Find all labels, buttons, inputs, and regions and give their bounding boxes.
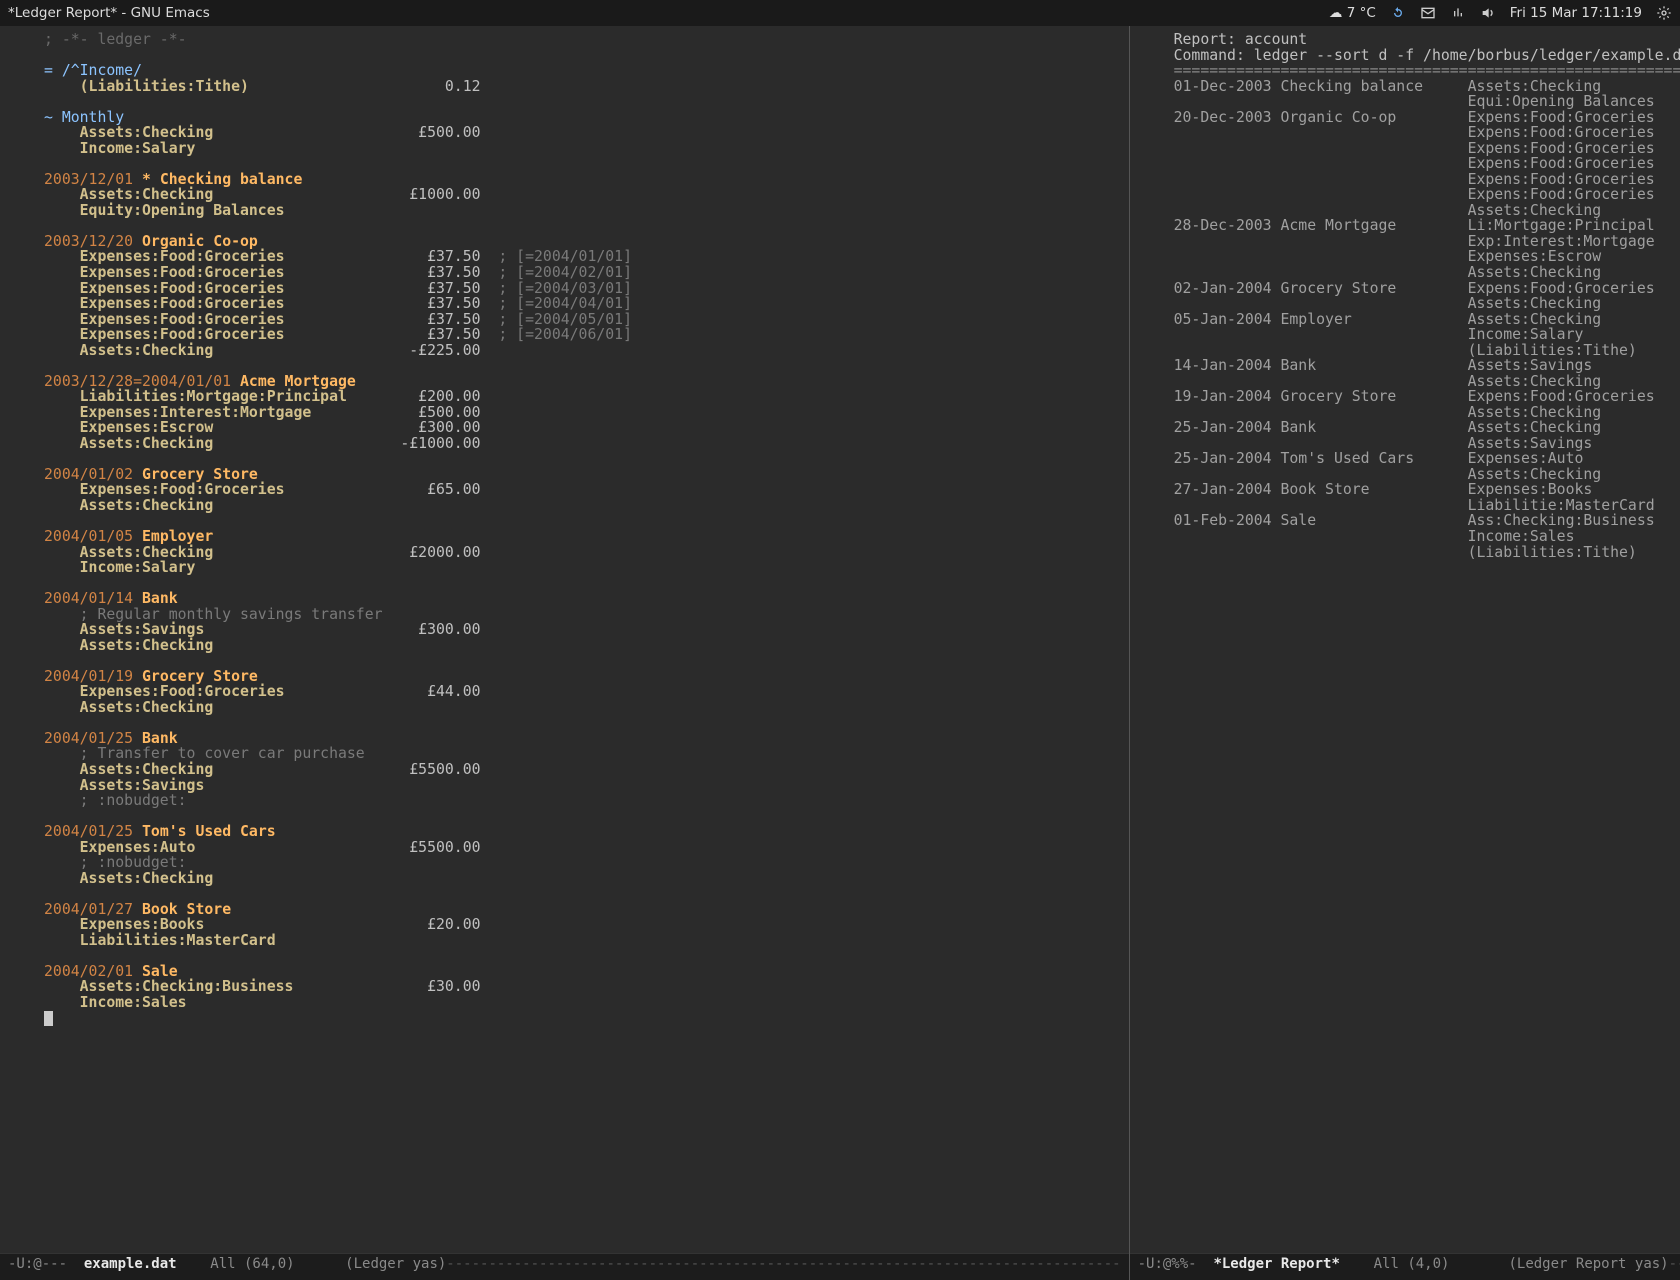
topbar-right: ☁ 7 °C Fri 15 Mar 17:11:19 bbox=[1329, 5, 1672, 21]
window-title: *Ledger Report* - GNU Emacs bbox=[8, 5, 1329, 21]
emacs-frame: ; -*- ledger -*- = /^Income/ (Liabilitie… bbox=[0, 26, 1680, 1280]
right-pane: Report: account Command: ledger --sort d… bbox=[1129, 26, 1680, 1280]
settings-gear-icon[interactable] bbox=[1656, 5, 1672, 21]
left-pane: ; -*- ledger -*- = /^Income/ (Liabilitie… bbox=[0, 26, 1129, 1280]
system-topbar: *Ledger Report* - GNU Emacs ☁ 7 °C Fri 1… bbox=[0, 0, 1680, 26]
network-icon[interactable] bbox=[1450, 5, 1466, 21]
left-modeline: -U:@--- example.dat All (64,0) (Ledger y… bbox=[0, 1253, 1129, 1280]
refresh-icon[interactable] bbox=[1390, 5, 1406, 21]
weather-text: 7 °C bbox=[1347, 5, 1376, 21]
ledger-source-buffer[interactable]: ; -*- ledger -*- = /^Income/ (Liabilitie… bbox=[0, 26, 1129, 1253]
weather-indicator: ☁ 7 °C bbox=[1329, 5, 1376, 21]
ledger-report-buffer[interactable]: Report: account Command: ledger --sort d… bbox=[1130, 26, 1680, 1253]
mail-icon[interactable] bbox=[1420, 5, 1436, 21]
volume-icon[interactable] bbox=[1480, 5, 1496, 21]
right-modeline: -U:@%%- *Ledger Report* All (4,0) (Ledge… bbox=[1130, 1253, 1680, 1280]
clock: Fri 15 Mar 17:11:19 bbox=[1510, 5, 1642, 21]
weather-icon: ☁ bbox=[1329, 5, 1343, 21]
